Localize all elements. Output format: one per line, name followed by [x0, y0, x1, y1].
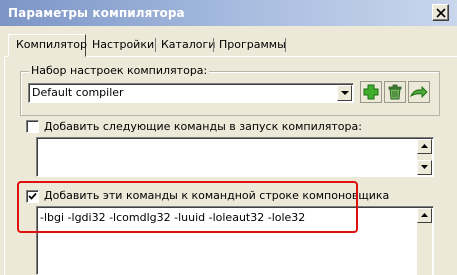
compiler-set-dropdown-button[interactable]	[337, 85, 352, 101]
tab-settings-label: Настройки	[92, 38, 155, 51]
tab-programs[interactable]: Программы	[216, 36, 289, 56]
compile-commands-checkbox[interactable]	[26, 120, 39, 133]
compiler-set-value: Default compiler	[32, 86, 124, 99]
highlight-frame	[17, 181, 358, 233]
window-title: Параметры компилятора	[8, 6, 185, 20]
tab-directories[interactable]: Каталоги	[158, 36, 218, 56]
tab-compiler[interactable]: Компилятор	[8, 34, 87, 57]
tab-programs-label: Программы	[219, 38, 286, 51]
rename-compiler-set-button[interactable]	[408, 81, 430, 103]
tab-compiler-label: Компилятор	[16, 38, 87, 51]
scroll-down-icon	[421, 165, 428, 169]
chevron-down-icon	[341, 91, 349, 95]
add-compiler-set-button[interactable]	[360, 81, 382, 103]
delete-compiler-set-button[interactable]	[384, 81, 406, 103]
title-bar[interactable]: Параметры компилятора	[0, 0, 457, 26]
compile-commands-label: Добавить следующие команды в запуск комп…	[44, 120, 362, 133]
compiler-options-window: Параметры компилятора Компилятор Настрой…	[0, 0, 457, 275]
scroll-up-button[interactable]	[417, 208, 432, 223]
compile-commands-scrollbar[interactable]	[417, 139, 432, 175]
close-icon	[436, 8, 446, 18]
compile-commands-textarea[interactable]	[36, 137, 434, 177]
scroll-up-button[interactable]	[417, 139, 432, 154]
tab-separator	[285, 38, 286, 52]
scroll-up-icon	[421, 213, 428, 217]
compiler-set-label: Набор настроек компилятора:	[29, 64, 210, 77]
scroll-up-icon	[421, 144, 428, 148]
tab-strip: Компилятор Настройки Каталоги Программы	[0, 26, 457, 57]
tab-separator	[155, 38, 156, 52]
scroll-down-button[interactable]	[417, 160, 432, 175]
linker-commands-scrollbar[interactable]	[417, 208, 432, 275]
tab-separator	[213, 38, 214, 52]
rename-icon	[408, 81, 430, 103]
compiler-set-select[interactable]: Default compiler	[28, 83, 354, 103]
close-button[interactable]	[432, 4, 449, 21]
add-icon	[360, 81, 382, 103]
tab-directories-label: Каталоги	[161, 38, 216, 51]
delete-icon	[384, 81, 406, 103]
tab-settings[interactable]: Настройки	[89, 36, 157, 56]
